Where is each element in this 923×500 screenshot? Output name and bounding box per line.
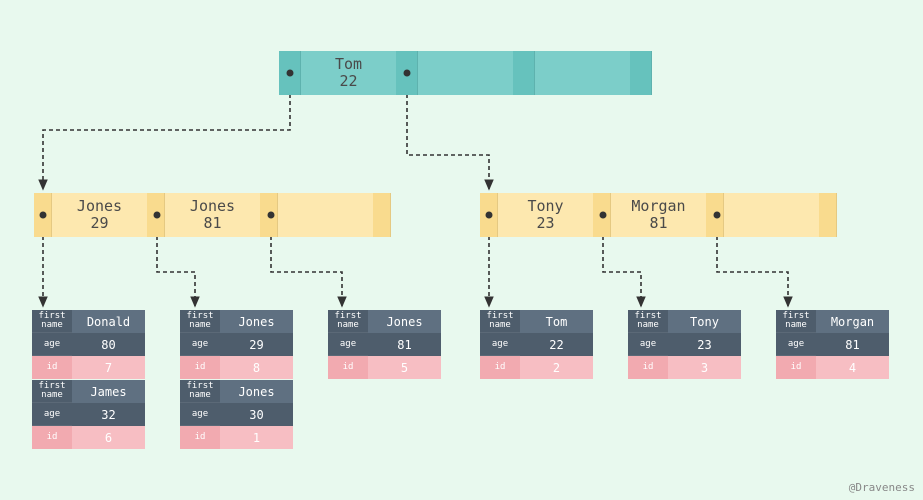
key-name: Tony — [527, 198, 563, 215]
id-label: id — [328, 356, 368, 379]
first-name-label: firstname — [480, 310, 520, 333]
credit-label: @Draveness — [849, 481, 915, 494]
left-key-0: Jones 29 — [52, 193, 147, 237]
key-value: 23 — [536, 215, 554, 232]
btree-root-node: Tom 22 — [279, 51, 652, 95]
right-key-1: Morgan 81 — [611, 193, 706, 237]
first-name-value: James — [72, 380, 145, 403]
id-label: id — [180, 426, 220, 449]
first-name-value: Jones — [220, 310, 293, 333]
id-label: id — [480, 356, 520, 379]
key-value: 81 — [649, 215, 667, 232]
age-value: 81 — [368, 333, 441, 356]
root-key-1 — [418, 51, 513, 95]
age-label: age — [628, 333, 668, 356]
leaf-record-5-0: firstnameMorgan age81 id4 — [776, 310, 889, 379]
left-key-1: Jones 81 — [165, 193, 260, 237]
first-name-value: Morgan — [816, 310, 889, 333]
first-name-value: Donald — [72, 310, 145, 333]
leaf-record-1-1: firstnameJones age30 id1 — [180, 380, 293, 449]
key-name: Jones — [190, 198, 235, 215]
id-label: id — [32, 356, 72, 379]
first-name-label: firstname — [776, 310, 816, 333]
first-name-value: Tom — [520, 310, 593, 333]
leaf-record-0-0: firstnameDonald age80 id7 — [32, 310, 145, 379]
leaf-record-1-0: firstnameJones age29 id8 — [180, 310, 293, 379]
first-name-value: Jones — [220, 380, 293, 403]
id-label: id — [628, 356, 668, 379]
age-value: 29 — [220, 333, 293, 356]
id-value: 2 — [520, 356, 593, 379]
first-name-label: firstname — [628, 310, 668, 333]
first-name-label: firstname — [180, 380, 220, 403]
age-value: 80 — [72, 333, 145, 356]
first-name-label: firstname — [180, 310, 220, 333]
key-name: Morgan — [631, 198, 685, 215]
key-value: 81 — [203, 215, 221, 232]
id-value: 1 — [220, 426, 293, 449]
right-key-2 — [724, 193, 819, 237]
first-name-label: firstname — [32, 310, 72, 333]
age-label: age — [328, 333, 368, 356]
first-name-label: firstname — [32, 380, 72, 403]
id-label: id — [776, 356, 816, 379]
id-label: id — [180, 356, 220, 379]
id-value: 4 — [816, 356, 889, 379]
first-name-value: Tony — [668, 310, 741, 333]
age-label: age — [32, 333, 72, 356]
key-value: 29 — [90, 215, 108, 232]
leaf-record-2-0: firstnameJones age81 id5 — [328, 310, 441, 379]
id-value: 6 — [72, 426, 145, 449]
id-value: 8 — [220, 356, 293, 379]
age-label: age — [32, 403, 72, 426]
age-value: 23 — [668, 333, 741, 356]
age-label: age — [180, 333, 220, 356]
right-key-0: Tony 23 — [498, 193, 593, 237]
age-value: 81 — [816, 333, 889, 356]
root-key-2 — [535, 51, 630, 95]
leaf-record-4-0: firstnameTony age23 id3 — [628, 310, 741, 379]
age-value: 32 — [72, 403, 145, 426]
age-value: 30 — [220, 403, 293, 426]
leaf-record-3-0: firstnameTom age22 id2 — [480, 310, 593, 379]
key-value: 22 — [339, 73, 357, 90]
key-name: Jones — [77, 198, 122, 215]
left-key-2 — [278, 193, 373, 237]
first-name-value: Jones — [368, 310, 441, 333]
id-value: 7 — [72, 356, 145, 379]
btree-internal-right: Tony 23 Morgan 81 — [480, 193, 837, 237]
leaf-record-0-1: firstnameJames age32 id6 — [32, 380, 145, 449]
age-label: age — [480, 333, 520, 356]
age-label: age — [180, 403, 220, 426]
id-value: 5 — [368, 356, 441, 379]
id-label: id — [32, 426, 72, 449]
age-label: age — [776, 333, 816, 356]
first-name-label: firstname — [328, 310, 368, 333]
age-value: 22 — [520, 333, 593, 356]
key-name: Tom — [335, 56, 362, 73]
id-value: 3 — [668, 356, 741, 379]
btree-internal-left: Jones 29 Jones 81 — [34, 193, 391, 237]
root-key-0: Tom 22 — [301, 51, 396, 95]
